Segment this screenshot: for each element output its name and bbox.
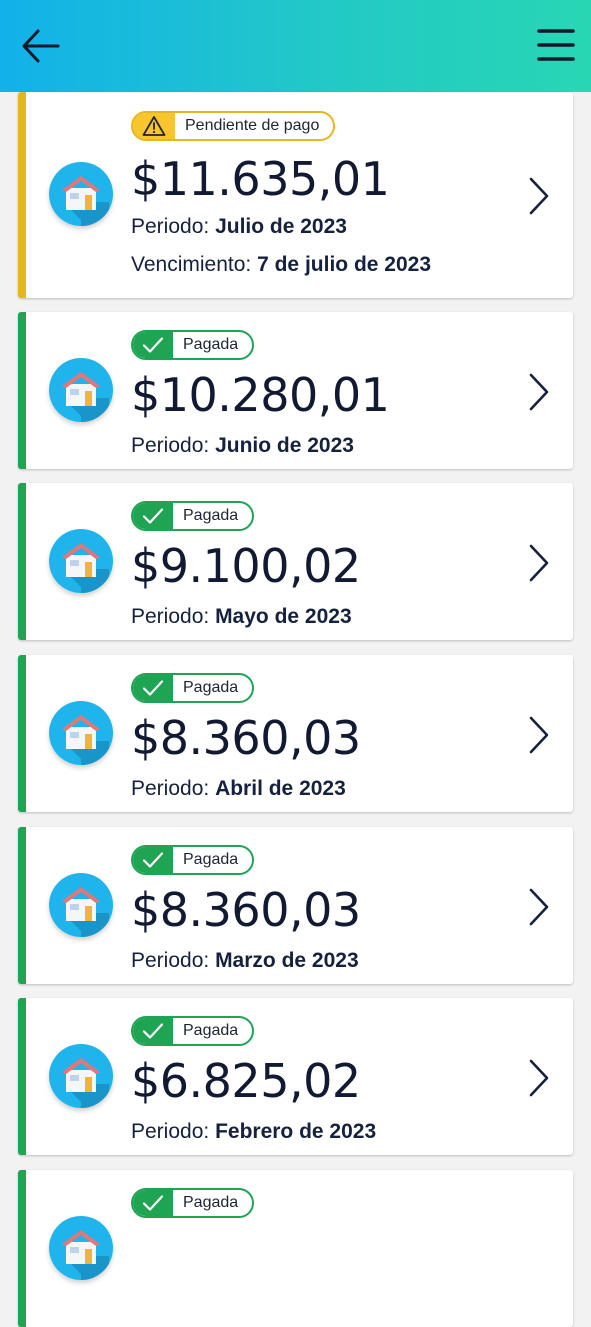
bill-period: Periodo: Junio de 2023 bbox=[131, 434, 354, 458]
period-value: Marzo de 2023 bbox=[215, 949, 359, 972]
period-label: Periodo: bbox=[131, 605, 210, 628]
bill-period: Periodo: Febrero de 2023 bbox=[131, 1120, 376, 1144]
period-label: Periodo: bbox=[131, 434, 210, 457]
chevron-right-icon[interactable] bbox=[526, 715, 552, 755]
status-stripe bbox=[18, 312, 26, 469]
back-button[interactable] bbox=[20, 26, 62, 66]
bill-card[interactable]: Pagada $8.360,03 Periodo: Abril de 2023 bbox=[18, 655, 573, 812]
bill-amount: $10.280,01 bbox=[131, 368, 390, 422]
bill-amount: $6.825,02 bbox=[131, 1054, 361, 1108]
bill-amount: $11.635,01 bbox=[131, 152, 390, 206]
house-icon bbox=[49, 701, 113, 765]
bill-card[interactable]: Pagada $6.825,02 Periodo: Febrero de 2023 bbox=[18, 998, 573, 1155]
bill-period: Periodo: Julio de 2023 bbox=[131, 215, 347, 239]
bill-card[interactable]: Pagada $8.360,03 Periodo: Marzo de 2023 bbox=[18, 827, 573, 984]
bill-card[interactable]: Pagada $10.280,01 Periodo: Junio de 2023 bbox=[18, 312, 573, 469]
period-label: Periodo: bbox=[131, 1120, 210, 1143]
chevron-right-icon[interactable] bbox=[526, 176, 552, 216]
status-badge: Pagada bbox=[131, 1188, 255, 1218]
warning-icon bbox=[133, 113, 175, 139]
status-badge: Pagada bbox=[131, 501, 255, 531]
house-icon bbox=[49, 162, 113, 226]
period-value: Mayo de 2023 bbox=[215, 605, 352, 628]
arrow-left-icon bbox=[22, 29, 60, 63]
status-badge-label: Pagada bbox=[183, 507, 239, 524]
status-badge-label: Pendiente de pago bbox=[185, 117, 320, 134]
house-icon bbox=[49, 529, 113, 593]
period-label: Periodo: bbox=[131, 777, 210, 800]
bill-amount: $8.360,03 bbox=[131, 883, 361, 937]
chevron-right-icon[interactable] bbox=[526, 1058, 552, 1098]
status-badge: Pagada bbox=[131, 845, 255, 875]
bill-period: Periodo: Abril de 2023 bbox=[131, 777, 346, 801]
house-icon bbox=[49, 358, 113, 422]
top-app-bar bbox=[0, 0, 591, 92]
bill-period: Periodo: Marzo de 2023 bbox=[131, 949, 359, 973]
status-badge: Pagada bbox=[131, 1016, 255, 1046]
check-icon bbox=[133, 503, 173, 529]
house-icon bbox=[49, 1044, 113, 1108]
bill-card[interactable]: Pendiente de pago $11.635,01 Periodo: Juli… bbox=[18, 92, 573, 298]
chevron-right-icon[interactable] bbox=[526, 887, 552, 927]
status-stripe bbox=[18, 92, 26, 298]
bill-card[interactable]: Pagada bbox=[18, 1170, 573, 1327]
check-icon bbox=[133, 675, 173, 701]
status-stripe bbox=[18, 827, 26, 984]
bill-period: Periodo: Mayo de 2023 bbox=[131, 605, 352, 629]
period-value: Junio de 2023 bbox=[215, 434, 354, 457]
hamburger-menu-icon bbox=[537, 29, 575, 61]
status-stripe bbox=[18, 655, 26, 812]
status-badge-label: Pagada bbox=[183, 1194, 239, 1211]
bill-due-date: Vencimiento: 7 de julio de 2023 bbox=[131, 253, 431, 277]
status-badge: Pendiente de pago bbox=[131, 111, 336, 141]
menu-button[interactable] bbox=[536, 26, 576, 64]
status-stripe bbox=[18, 998, 26, 1155]
house-icon bbox=[49, 873, 113, 937]
status-badge-label: Pagada bbox=[183, 336, 239, 353]
status-badge-label: Pagada bbox=[183, 679, 239, 696]
status-badge: Pagada bbox=[131, 673, 255, 703]
due-value: 7 de julio de 2023 bbox=[257, 253, 431, 276]
chevron-right-icon[interactable] bbox=[526, 372, 552, 412]
status-badge-label: Pagada bbox=[183, 851, 239, 868]
status-badge: Pagada bbox=[131, 330, 255, 360]
check-icon bbox=[133, 1190, 173, 1216]
period-value: Julio de 2023 bbox=[215, 215, 347, 238]
period-value: Abril de 2023 bbox=[215, 777, 346, 800]
status-stripe bbox=[18, 1170, 26, 1327]
chevron-right-icon[interactable] bbox=[526, 543, 552, 583]
bill-amount: $9.100,02 bbox=[131, 539, 361, 593]
check-icon bbox=[133, 847, 173, 873]
status-stripe bbox=[18, 483, 26, 640]
status-badge-label: Pagada bbox=[183, 1022, 239, 1039]
check-icon bbox=[133, 1018, 173, 1044]
period-value: Febrero de 2023 bbox=[215, 1120, 377, 1143]
due-label: Vencimiento: bbox=[131, 253, 252, 276]
bill-card[interactable]: Pagada $9.100,02 Periodo: Mayo de 2023 bbox=[18, 483, 573, 640]
check-icon bbox=[133, 332, 173, 358]
house-icon bbox=[49, 1216, 113, 1280]
period-label: Periodo: bbox=[131, 215, 210, 238]
period-label: Periodo: bbox=[131, 949, 210, 972]
bill-amount: $8.360,03 bbox=[131, 711, 361, 765]
